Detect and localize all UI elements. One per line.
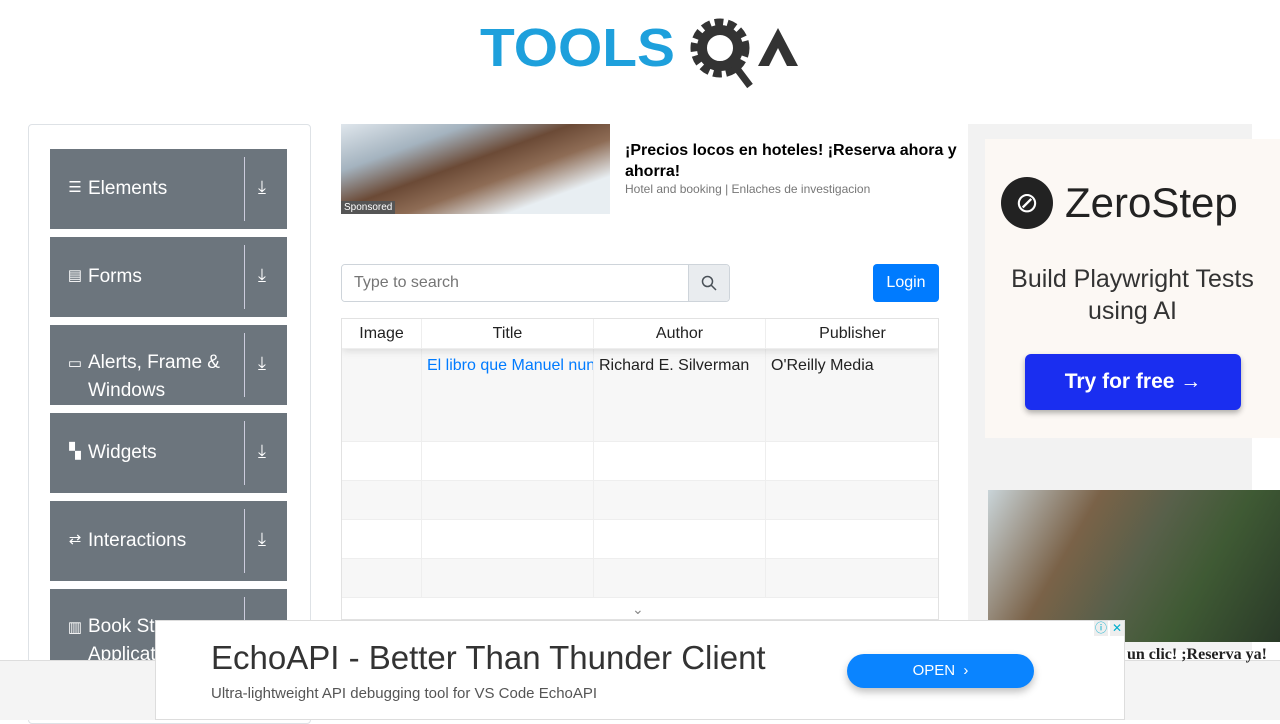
zerostep-logo: ⊘ ZeroStep xyxy=(1001,177,1238,229)
banner-headline: EchoAPI - Better Than Thunder Client xyxy=(211,639,766,676)
hotel-ad-caption[interactable]: un clic! ;Reserva ya! xyxy=(1127,646,1267,664)
table-row xyxy=(342,520,938,559)
group-label: Widgets xyxy=(88,442,157,463)
try-for-free-button[interactable]: Try for free → xyxy=(1025,354,1241,410)
table-row xyxy=(342,442,938,481)
header-image[interactable]: Image xyxy=(342,319,422,348)
table-row xyxy=(342,559,938,598)
widgets-icon: ▚ xyxy=(69,443,81,460)
cell-author: Richard E. Silverman xyxy=(594,349,766,441)
sidebar-group-interactions[interactable]: ⇄ Interactions ⤓ xyxy=(50,501,287,581)
group-label: Alerts, Frame & Windows xyxy=(88,352,220,401)
sidebar-group-alerts[interactable]: ▭ Alerts, Frame & Windows ⤓ xyxy=(50,325,287,405)
books-icon: ▥ xyxy=(67,619,83,636)
ad-info-icon[interactable]: ⓘ xyxy=(1094,621,1108,636)
table-header: Image Title Author Publisher xyxy=(342,319,938,349)
zerostep-tagline: Build Playwright Tests using AI xyxy=(1011,265,1254,325)
ad-headline[interactable]: ¡Precios locos en hoteles! ¡Reserva ahor… xyxy=(625,140,961,182)
download-icon[interactable]: ⤓ xyxy=(258,177,266,198)
svg-text:TOOLS: TOOLS xyxy=(480,18,675,78)
open-label: OPEN xyxy=(912,662,956,679)
divider xyxy=(244,157,245,221)
banner-subline: Ultra-lightweight API debugging tool for… xyxy=(211,685,598,702)
hamburger-icon: ☰ xyxy=(68,179,82,196)
cell-publisher: O'Reilly Media xyxy=(766,349,938,441)
sidebar-group-forms[interactable]: ▤ Forms ⤓ xyxy=(50,237,287,317)
zerostep-ad[interactable]: ⊘ ZeroStep Build Playwright Tests using A… xyxy=(985,139,1280,438)
search-input[interactable] xyxy=(342,265,689,301)
table-row xyxy=(342,481,938,520)
open-button[interactable]: OPEN › xyxy=(847,654,1034,688)
search-button[interactable] xyxy=(688,265,729,301)
download-icon[interactable]: ⤓ xyxy=(258,265,266,286)
sidebar-group-widgets[interactable]: ▚ Widgets ⤓ xyxy=(50,413,287,493)
book-title-link[interactable]: El libro que Manuel nunca escribió xyxy=(422,349,594,441)
divider xyxy=(244,333,245,397)
scroll-down-chevron-icon[interactable]: ⌄ xyxy=(632,601,644,618)
download-icon[interactable]: ⤓ xyxy=(258,353,266,374)
divider xyxy=(244,245,245,309)
zerostep-icon: ⊘ xyxy=(1001,177,1053,229)
toolsqa-logo[interactable]: TOOLS xyxy=(480,14,810,92)
chevron-right-icon: › xyxy=(959,662,969,679)
sponsored-badge: Sponsored xyxy=(341,201,396,214)
bottom-ad-banner[interactable]: EchoAPI - Better Than Thunder Client Ult… xyxy=(155,620,1125,720)
table-row: El libro que Manuel nunca escribió Richa… xyxy=(342,349,938,442)
zerostep-brand: ZeroStep xyxy=(1065,179,1238,226)
divider xyxy=(244,421,245,485)
header-author[interactable]: Author xyxy=(594,319,766,348)
search-icon xyxy=(701,275,717,291)
ad-image: Sponsored xyxy=(341,124,610,214)
group-label: Elements xyxy=(88,178,168,199)
window-icon: ▭ xyxy=(67,355,83,372)
sidebar-group-elements[interactable]: ☰ Elements ⤓ xyxy=(50,149,287,229)
interactions-icon: ⇄ xyxy=(68,531,82,548)
group-label: Interactions xyxy=(88,530,187,551)
download-icon[interactable]: ⤓ xyxy=(258,441,266,462)
sponsored-ad[interactable]: Sponsored ¡Precios locos en hoteles! ¡Re… xyxy=(341,124,961,214)
search-box xyxy=(341,264,730,302)
header-publisher[interactable]: Publisher xyxy=(766,319,938,348)
books-table: Image Title Author Publisher El libro qu… xyxy=(341,318,939,620)
download-icon[interactable]: ⤓ xyxy=(258,529,266,550)
divider xyxy=(244,509,245,573)
login-button[interactable]: Login xyxy=(873,264,939,302)
header-title[interactable]: Title xyxy=(422,319,594,348)
document-icon: ▤ xyxy=(67,267,83,284)
cell-image xyxy=(342,349,422,441)
group-label: Forms xyxy=(88,266,142,287)
close-icon[interactable]: ✕ xyxy=(1110,621,1124,636)
ad-source: Hotel and booking | Enlaches de investig… xyxy=(625,182,871,196)
